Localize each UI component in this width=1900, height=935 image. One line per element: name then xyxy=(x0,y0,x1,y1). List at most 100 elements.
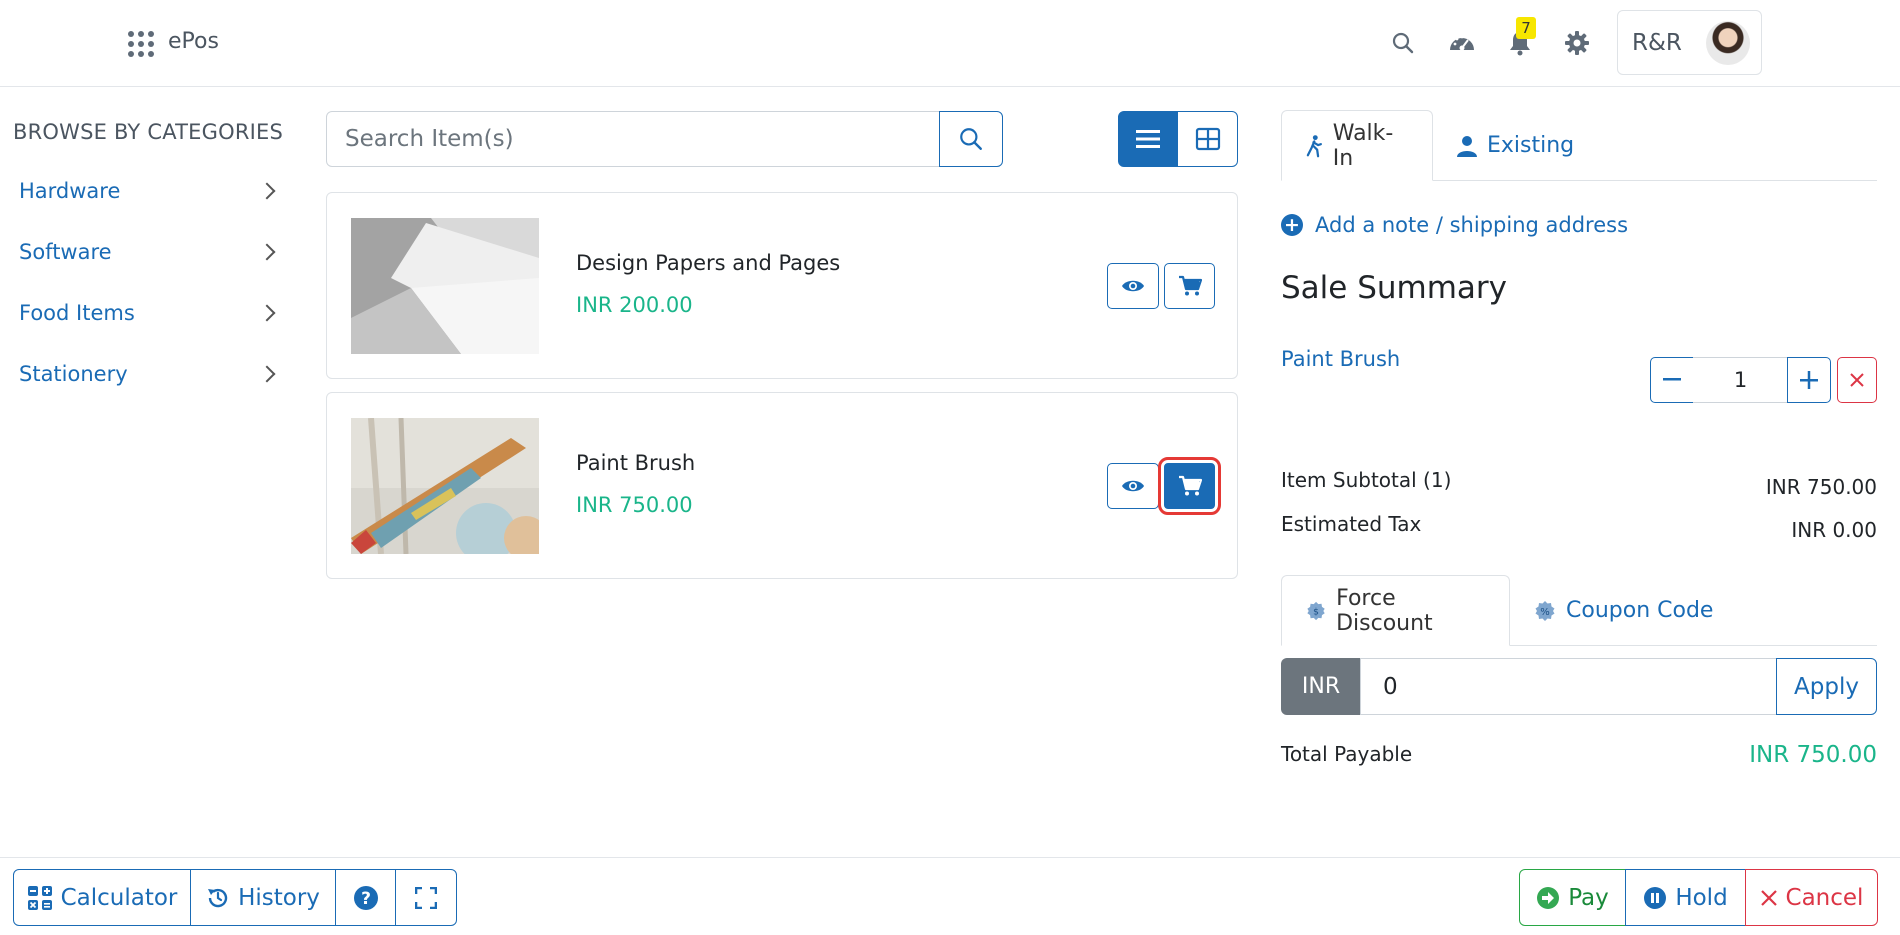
notification-badge: 7 xyxy=(1516,17,1536,39)
subtotal-value: INR 750.00 xyxy=(1765,475,1877,499)
eye-icon xyxy=(1122,280,1144,292)
settings-gear-icon[interactable] xyxy=(1562,28,1592,58)
discount-amount-input[interactable] xyxy=(1360,658,1777,715)
user-name: R&R xyxy=(1632,30,1682,56)
view-product-button[interactable] xyxy=(1107,463,1159,509)
discount-currency-addon: INR xyxy=(1281,658,1361,715)
list-icon xyxy=(1136,130,1160,148)
eye-icon xyxy=(1122,480,1144,492)
close-icon xyxy=(1850,373,1864,387)
tab-label: Coupon Code xyxy=(1566,598,1714,623)
chevron-right-icon xyxy=(258,304,276,322)
fullscreen-icon xyxy=(415,886,437,909)
top-header: ePos 7 R&R xyxy=(0,0,1900,87)
plus-icon xyxy=(1800,371,1818,389)
fullscreen-button[interactable] xyxy=(395,869,457,926)
discount-badge-icon: $ xyxy=(1307,601,1325,620)
product-image xyxy=(351,418,539,554)
hold-label: Hold xyxy=(1675,884,1728,911)
cancel-button[interactable]: Cancel xyxy=(1745,869,1878,926)
cart-icon xyxy=(1178,475,1202,496)
category-item-stationery[interactable]: Stationery xyxy=(19,356,281,392)
product-price: INR 200.00 xyxy=(576,293,693,317)
pay-label: Pay xyxy=(1568,884,1609,911)
remove-item-button[interactable] xyxy=(1837,357,1877,403)
minus-icon xyxy=(1663,378,1681,381)
total-payable-label: Total Payable xyxy=(1281,742,1413,766)
help-button[interactable]: ? xyxy=(335,869,396,926)
category-label: Software xyxy=(19,240,112,264)
chevron-right-icon xyxy=(258,182,276,200)
search-icon xyxy=(960,128,982,150)
avatar xyxy=(1706,21,1750,65)
tax-value: INR 0.00 xyxy=(1791,518,1877,542)
apply-discount-button[interactable]: Apply xyxy=(1776,658,1877,715)
coupon-badge-icon: % xyxy=(1535,600,1555,621)
calculator-button[interactable]: Calculator xyxy=(13,869,191,926)
tax-label: Estimated Tax xyxy=(1281,512,1422,536)
quantity-input[interactable] xyxy=(1693,357,1788,403)
history-label: History xyxy=(238,884,320,911)
user-icon xyxy=(1457,135,1477,157)
cart-icon xyxy=(1178,275,1202,296)
tab-force-discount[interactable]: $ Force Discount xyxy=(1281,575,1510,646)
category-item-food-items[interactable]: Food Items xyxy=(19,295,281,331)
list-view-toggle[interactable] xyxy=(1118,111,1178,167)
product-card: Paint Brush INR 750.00 xyxy=(326,392,1238,579)
view-product-button[interactable] xyxy=(1107,263,1159,309)
category-item-software[interactable]: Software xyxy=(19,234,281,270)
add-to-cart-button[interactable] xyxy=(1164,263,1215,309)
sale-summary-title: Sale Summary xyxy=(1281,270,1508,306)
quantity-increase-button[interactable] xyxy=(1787,357,1831,403)
svg-text:?: ? xyxy=(361,889,371,909)
chevron-right-icon xyxy=(258,365,276,383)
category-label: Food Items xyxy=(19,301,135,325)
search-icon[interactable] xyxy=(1388,28,1418,58)
apps-grid-icon[interactable] xyxy=(128,31,154,57)
tab-label: Walk-In xyxy=(1332,120,1394,171)
help-question-icon: ? xyxy=(353,885,378,910)
grid-icon xyxy=(1195,127,1220,151)
app-title: ePos xyxy=(168,29,219,54)
grid-view-toggle[interactable] xyxy=(1177,111,1238,167)
product-card: Design Papers and Pages INR 200.00 xyxy=(326,192,1238,379)
arrow-right-circle-icon xyxy=(1537,886,1560,909)
hold-button[interactable]: Hold xyxy=(1625,869,1746,926)
footer-divider xyxy=(0,857,1900,858)
total-payable-value: INR 750.00 xyxy=(1749,742,1877,768)
dashboard-gauge-icon[interactable] xyxy=(1447,28,1477,58)
close-icon xyxy=(1760,889,1777,906)
plus-circle-icon: + xyxy=(1281,214,1303,236)
calculator-label: Calculator xyxy=(60,884,178,911)
categories-heading: BROWSE BY CATEGORIES xyxy=(13,120,284,144)
history-button[interactable]: History xyxy=(190,869,336,926)
add-to-cart-button[interactable] xyxy=(1158,457,1221,515)
subtotal-label: Item Subtotal (1) xyxy=(1281,468,1452,492)
add-note-link[interactable]: + Add a note / shipping address xyxy=(1281,213,1628,237)
search-input[interactable] xyxy=(326,111,940,167)
tab-label: Force Discount xyxy=(1336,585,1433,636)
tab-label: Existing xyxy=(1487,133,1575,158)
category-label: Hardware xyxy=(19,179,121,203)
category-item-hardware[interactable]: Hardware xyxy=(19,173,281,209)
pay-button[interactable]: Pay xyxy=(1519,869,1626,926)
product-image xyxy=(351,218,539,354)
walking-person-icon xyxy=(1306,134,1322,157)
user-menu[interactable]: R&R xyxy=(1617,10,1762,75)
search-button[interactable] xyxy=(939,111,1003,167)
tab-existing[interactable]: Existing xyxy=(1433,110,1598,181)
calculator-icon xyxy=(27,885,52,910)
note-link-label: Add a note / shipping address xyxy=(1315,213,1629,237)
product-name: Paint Brush xyxy=(576,451,696,475)
product-price: INR 750.00 xyxy=(576,493,693,517)
chevron-right-icon xyxy=(258,243,276,261)
svg-text:$: $ xyxy=(1313,607,1319,617)
cart-item-name[interactable]: Paint Brush xyxy=(1281,347,1400,371)
tab-coupon-code[interactable]: % Coupon Code xyxy=(1510,575,1737,646)
quantity-decrease-button[interactable] xyxy=(1650,357,1694,403)
pause-circle-icon xyxy=(1644,886,1667,909)
cancel-label: Cancel xyxy=(1785,884,1864,911)
product-name: Design Papers and Pages xyxy=(576,251,841,275)
tab-walk-in[interactable]: Walk-In xyxy=(1281,110,1433,181)
category-label: Stationery xyxy=(19,362,128,386)
